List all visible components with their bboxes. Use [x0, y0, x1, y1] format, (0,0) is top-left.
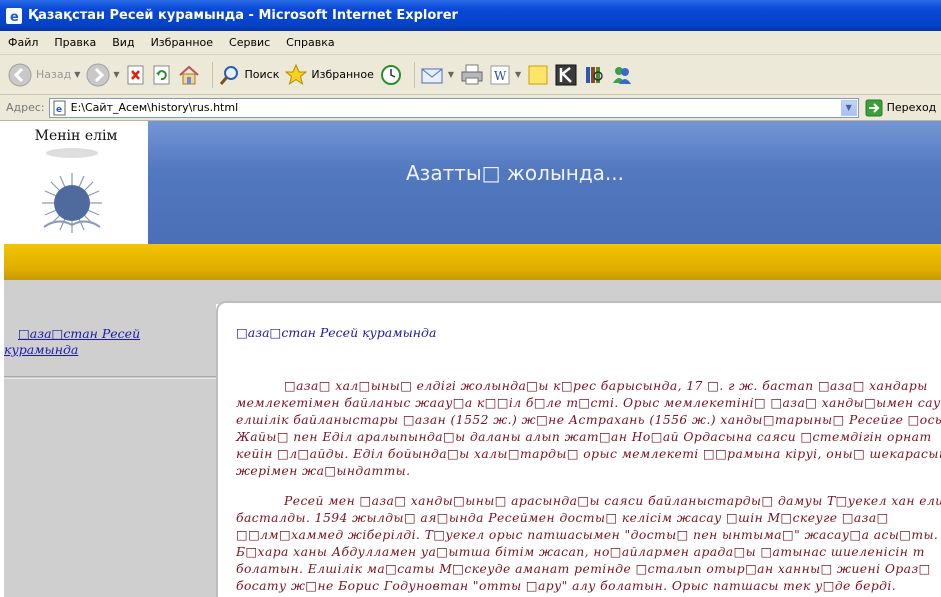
menu-favorites[interactable]: Избранное [151, 36, 213, 49]
history-icon [380, 64, 401, 85]
address-dropdown-icon[interactable]: ▼ [840, 99, 857, 116]
menu-tools[interactable]: Сервис [229, 36, 270, 49]
forward-button[interactable]: ▼ [86, 60, 120, 90]
messenger-button[interactable] [611, 60, 633, 90]
search-icon [219, 65, 238, 85]
go-label: Переход [886, 101, 937, 114]
menu-file[interactable]: Файл [8, 36, 38, 49]
search-label: Поиск [244, 68, 280, 81]
refresh-button[interactable] [152, 60, 172, 90]
address-bar: Адрес: e E:\Сайт_Асем\history\rus.html ▼… [0, 95, 941, 121]
content-panel: □аза□стан Ресей курамында □аза□ хал□ыны□… [216, 301, 941, 597]
note-icon [528, 65, 548, 84]
word-icon: W [490, 65, 510, 84]
search-button[interactable]: Поиск [219, 60, 280, 90]
ie-icon: e [6, 7, 22, 25]
menu-view[interactable]: Вид [112, 36, 134, 49]
menu-bar: Файл Правка Вид Избранное Сервис Справка [0, 31, 941, 55]
sidebar-divider-highlight [4, 378, 216, 379]
paragraph-line: басталды. 1594 жылды□ ая□ында Ресеймен д… [236, 511, 889, 525]
go-button[interactable]: Переход [865, 99, 937, 117]
printer-icon [461, 64, 483, 84]
edit-dropdown-icon[interactable]: ▼ [515, 70, 521, 79]
forward-dropdown-icon[interactable]: ▼ [113, 70, 119, 79]
stop-button[interactable] [126, 60, 146, 90]
svg-text:W: W [494, 69, 507, 83]
research-icon [586, 66, 603, 83]
sidebar-nav: □аза□стан Ресей курамында [4, 304, 216, 597]
back-dropdown-icon[interactable]: ▼ [74, 70, 80, 79]
back-label: Назад [36, 68, 72, 81]
paragraph-line: мемлекетімен байланыс жаау□а к□□іл б□ле … [236, 396, 941, 410]
site-logo: Менін елім [4, 121, 148, 244]
refresh-icon [153, 65, 170, 84]
edit-button[interactable]: W ▼ [490, 60, 521, 90]
paragraph-line: Ресей мен □аза□ ханды□ыны□ арасында□ы са… [284, 494, 941, 508]
star-icon [285, 63, 308, 85]
mail-button[interactable]: ▼ [421, 60, 454, 90]
paragraph-line: □□лм□хаммед жіберілді. Т□уекел орыс патш… [236, 528, 941, 542]
paragraph-line: босату ж□не Борис Годуновтан "отты □ару"… [236, 579, 897, 593]
home-icon [178, 65, 199, 84]
paragraph-line: елшілік байланыстары □азан (1552 ж.) ж□н… [236, 413, 941, 427]
favorites-button[interactable]: Избранное [285, 60, 374, 90]
page-icon: e [53, 100, 66, 115]
svg-text:e: e [56, 105, 62, 115]
k-button[interactable] [555, 60, 577, 90]
menu-help[interactable]: Справка [286, 36, 334, 49]
window-title: Қазақстан Ресей курамында - Microsoft In… [28, 8, 458, 23]
messenger-icon [613, 66, 632, 84]
sidebar-link-kazakhstan-russia[interactable]: □аза□стан Ресей курамында [4, 326, 184, 358]
sidebar-divider [4, 376, 216, 377]
address-url: E:\Сайт_Асем\history\rus.html [70, 101, 239, 114]
k-logo-icon [555, 64, 577, 85]
back-button[interactable]: Назад ▼ [8, 60, 80, 90]
site-banner: Азатты□ жолында... [148, 121, 941, 244]
paragraph-line: Жайы□ пен Еділ аралыпында□ы даланы алып … [236, 430, 932, 444]
paragraph-line: жерімен жа□ындатты. [236, 464, 411, 478]
toolbar-separator [413, 61, 415, 88]
menu-edit[interactable]: Правка [54, 36, 96, 49]
mail-dropdown-icon[interactable]: ▼ [448, 70, 454, 79]
go-arrow-icon [865, 99, 883, 116]
paragraph-line: Б□хара ханы Абдулламен уа□ытша бітім жас… [236, 545, 925, 559]
emblem-icon [42, 148, 102, 233]
home-button[interactable] [178, 60, 200, 90]
yellow-stripe [4, 244, 941, 280]
content-title: □аза□стан Ресей курамында [236, 325, 437, 340]
stop-icon [127, 65, 144, 84]
paragraph-2: Ресей мен □аза□ ханды□ыны□ арасында□ы са… [236, 493, 941, 595]
paragraph-line: болатын. Елшілік ма□саты М□скеуде аманат… [236, 562, 931, 576]
favorites-label: Избранное [311, 68, 374, 81]
discuss-button[interactable] [527, 60, 549, 90]
print-button[interactable] [460, 60, 484, 90]
address-label: Адрес: [6, 101, 45, 114]
paragraph-line: □аза□ хал□ыны□ елдігі жолында□ы к□рес ба… [284, 379, 928, 393]
window-titlebar[interactable]: e Қазақстан Ресей курамында - Microsoft … [0, 0, 941, 31]
standard-toolbar: Назад ▼ ▼ Поиск Избранное ▼ W ▼ [0, 55, 941, 95]
banner-heading: Азатты□ жолында... [406, 161, 624, 185]
address-input[interactable]: e E:\Сайт_Асем\history\rus.html ▼ [48, 97, 859, 118]
back-arrow-icon [8, 63, 32, 86]
svg-text:e: e [10, 10, 19, 25]
toolbar-separator [211, 61, 213, 88]
mail-icon [421, 68, 443, 83]
research-button[interactable] [583, 60, 605, 90]
history-button[interactable] [380, 60, 402, 90]
paragraph-1: □аза□ хал□ыны□ елдігі жолында□ы к□рес ба… [236, 378, 941, 480]
paragraph-line: кейін □л□айды. Еділ бойында□ы халы□тарды… [236, 447, 941, 461]
forward-arrow-icon [86, 63, 110, 86]
